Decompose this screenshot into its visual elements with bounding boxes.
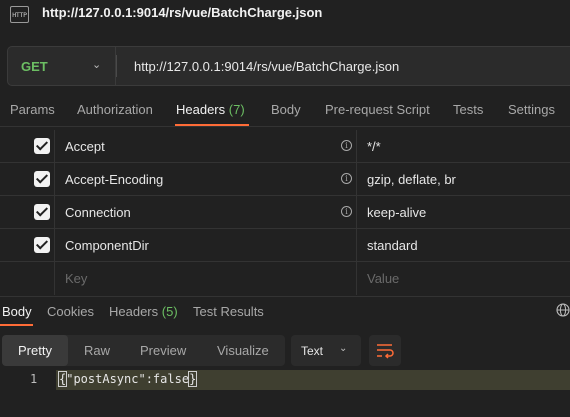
- view-mode-raw[interactable]: Raw: [84, 335, 110, 366]
- response-body-text[interactable]: {"postAsync":false}: [57, 371, 198, 387]
- header-value[interactable]: standard: [367, 238, 418, 253]
- header-value[interactable]: */*: [367, 139, 381, 154]
- url-input[interactable]: http://127.0.0.1:9014/rs/vue/BatchCharge…: [115, 46, 570, 86]
- header-key[interactable]: Accept: [65, 139, 105, 154]
- divider: [54, 262, 55, 295]
- view-mode-preview[interactable]: Preview: [140, 335, 186, 366]
- tab-label: Test Results: [193, 304, 264, 319]
- tab-label: Headers: [176, 102, 226, 117]
- info-icon[interactable]: i: [341, 173, 352, 184]
- tab-body[interactable]: Body: [271, 102, 301, 117]
- wrap-lines-icon: [377, 344, 394, 359]
- divider: [356, 130, 357, 163]
- tab-label: Body: [2, 304, 32, 319]
- tab-tests[interactable]: Tests: [453, 102, 483, 117]
- tab-label: Headers: [109, 304, 159, 319]
- line-number: 1: [30, 372, 38, 386]
- format-select[interactable]: Text ⌄: [291, 335, 361, 366]
- response-tab-body[interactable]: Body: [2, 304, 32, 319]
- header-key[interactable]: ComponentDir: [65, 238, 149, 253]
- response-tab-cookies[interactable]: Cookies: [47, 304, 94, 319]
- tab-settings[interactable]: Settings: [508, 102, 555, 117]
- view-mode-pretty[interactable]: Pretty: [2, 335, 68, 366]
- chevron-down-icon: ⌄: [92, 59, 102, 71]
- close-brace: }: [188, 371, 198, 387]
- tab-label: Params: [10, 102, 55, 117]
- value-placeholder[interactable]: Value: [367, 271, 399, 286]
- divider: [54, 196, 55, 229]
- divider: [356, 229, 357, 262]
- header-checkbox[interactable]: [34, 204, 50, 220]
- tab-label: Settings: [508, 102, 555, 117]
- header-row: Accept-Encoding i gzip, deflate, br: [0, 163, 570, 196]
- header-checkbox[interactable]: [34, 237, 50, 253]
- chevron-down-icon: ⌄: [339, 343, 348, 354]
- header-value[interactable]: gzip, deflate, br: [367, 172, 456, 187]
- key-placeholder[interactable]: Key: [65, 271, 87, 286]
- tab-params[interactable]: Params: [10, 102, 55, 117]
- response-body-line: 1 {"postAsync":false}: [0, 370, 570, 391]
- method-select[interactable]: GET ⌄: [7, 46, 115, 86]
- url-text[interactable]: http://127.0.0.1:9014/rs/vue/BatchCharge…: [134, 59, 399, 74]
- title-bar: HTTP http://127.0.0.1:9014/rs/vue/BatchC…: [0, 0, 570, 30]
- divider: [356, 163, 357, 196]
- tab-count-badge: (5): [161, 304, 178, 319]
- info-icon[interactable]: i: [341, 140, 352, 151]
- request-tabs: Params Authorization Headers (7) Body Pr…: [0, 98, 570, 128]
- header-checkbox[interactable]: [34, 138, 50, 154]
- tab-count-badge: (7): [228, 102, 245, 117]
- format-select-value: Text: [301, 344, 324, 358]
- active-tab-indicator: [0, 324, 33, 326]
- response-body-content: "postAsync":false: [66, 372, 190, 386]
- divider: [54, 163, 55, 196]
- http-request-icon: HTTP: [10, 6, 29, 23]
- header-value[interactable]: keep-alive: [367, 205, 426, 220]
- divider: [0, 296, 570, 297]
- globe-icon[interactable]: [556, 303, 570, 317]
- divider: [0, 126, 570, 127]
- header-row: Connection i keep-alive: [0, 196, 570, 229]
- method-label: GET: [21, 59, 48, 74]
- header-row-new: Key Value: [0, 262, 570, 295]
- divider: [54, 229, 55, 262]
- header-row: Accept i */*: [0, 130, 570, 163]
- tab-label: Authorization: [77, 102, 153, 117]
- wrap-lines-button[interactable]: [369, 335, 401, 366]
- divider: [116, 55, 117, 77]
- info-icon[interactable]: i: [341, 206, 352, 217]
- divider: [356, 196, 357, 229]
- header-row: ComponentDir standard: [0, 229, 570, 262]
- tab-authorization[interactable]: Authorization: [77, 102, 153, 117]
- tab-label: Body: [271, 102, 301, 117]
- tab-label: Pre-request Script: [325, 102, 430, 117]
- response-tab-test-results[interactable]: Test Results: [193, 304, 264, 319]
- divider: [54, 130, 55, 163]
- response-tab-headers[interactable]: Headers (5): [109, 304, 178, 319]
- header-key[interactable]: Connection: [65, 205, 131, 220]
- request-title[interactable]: http://127.0.0.1:9014/rs/vue/BatchCharge…: [42, 5, 322, 20]
- tab-label: Cookies: [47, 304, 94, 319]
- tab-pre-request-script[interactable]: Pre-request Script: [325, 102, 430, 117]
- divider: [356, 262, 357, 295]
- tab-label: Tests: [453, 102, 484, 117]
- tab-headers[interactable]: Headers (7): [176, 102, 245, 117]
- view-mode-visualize[interactable]: Visualize: [217, 335, 269, 366]
- header-key[interactable]: Accept-Encoding: [65, 172, 163, 187]
- header-checkbox[interactable]: [34, 171, 50, 187]
- view-mode-switch: Pretty Raw Preview Visualize: [2, 335, 285, 366]
